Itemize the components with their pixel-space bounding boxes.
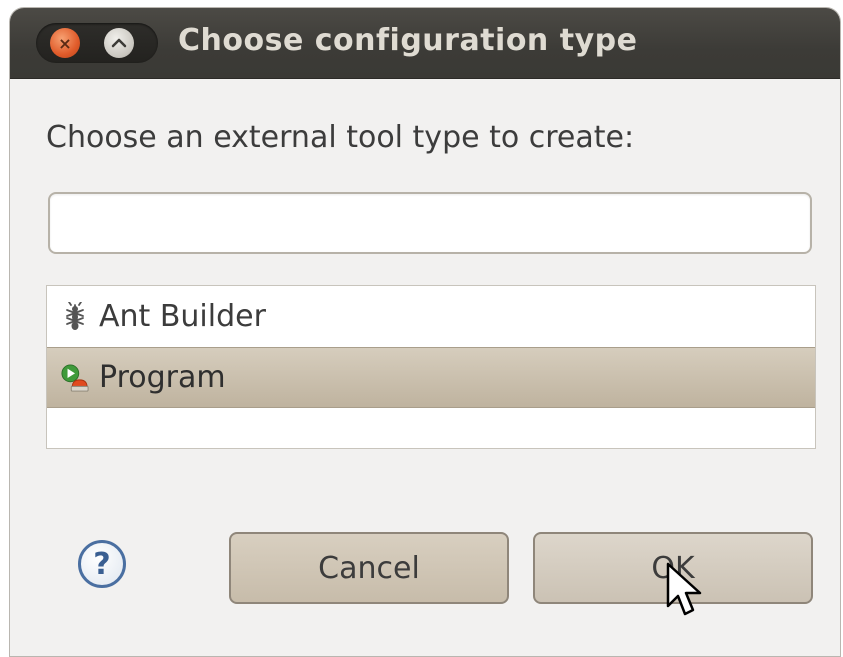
list-item-label: Program xyxy=(99,360,226,395)
window-title: Choose configuration type xyxy=(178,23,638,58)
configuration-type-dialog: × Choose configuration type Choose an ex… xyxy=(10,8,840,656)
prompt-label: Choose an external tool type to create: xyxy=(46,120,635,155)
cancel-button[interactable]: Cancel xyxy=(229,532,509,604)
close-button[interactable]: × xyxy=(50,28,80,58)
configuration-type-list[interactable]: Ant Builder Program xyxy=(46,285,816,449)
list-item-label: Ant Builder xyxy=(99,299,266,334)
ant-icon xyxy=(61,301,89,333)
maximize-icon xyxy=(111,38,127,48)
window-controls: × xyxy=(36,23,158,63)
maximize-button[interactable] xyxy=(104,28,134,58)
list-item-ant-builder[interactable]: Ant Builder xyxy=(47,286,815,347)
filter-input[interactable] xyxy=(48,192,812,254)
ok-button[interactable]: OK xyxy=(533,532,813,604)
list-item-program[interactable]: Program xyxy=(47,347,815,408)
program-launch-icon xyxy=(61,362,89,394)
close-icon: × xyxy=(58,33,72,53)
help-icon: ? xyxy=(93,546,111,582)
help-button[interactable]: ? xyxy=(78,540,126,588)
title-bar[interactable]: × Choose configuration type xyxy=(10,8,840,79)
